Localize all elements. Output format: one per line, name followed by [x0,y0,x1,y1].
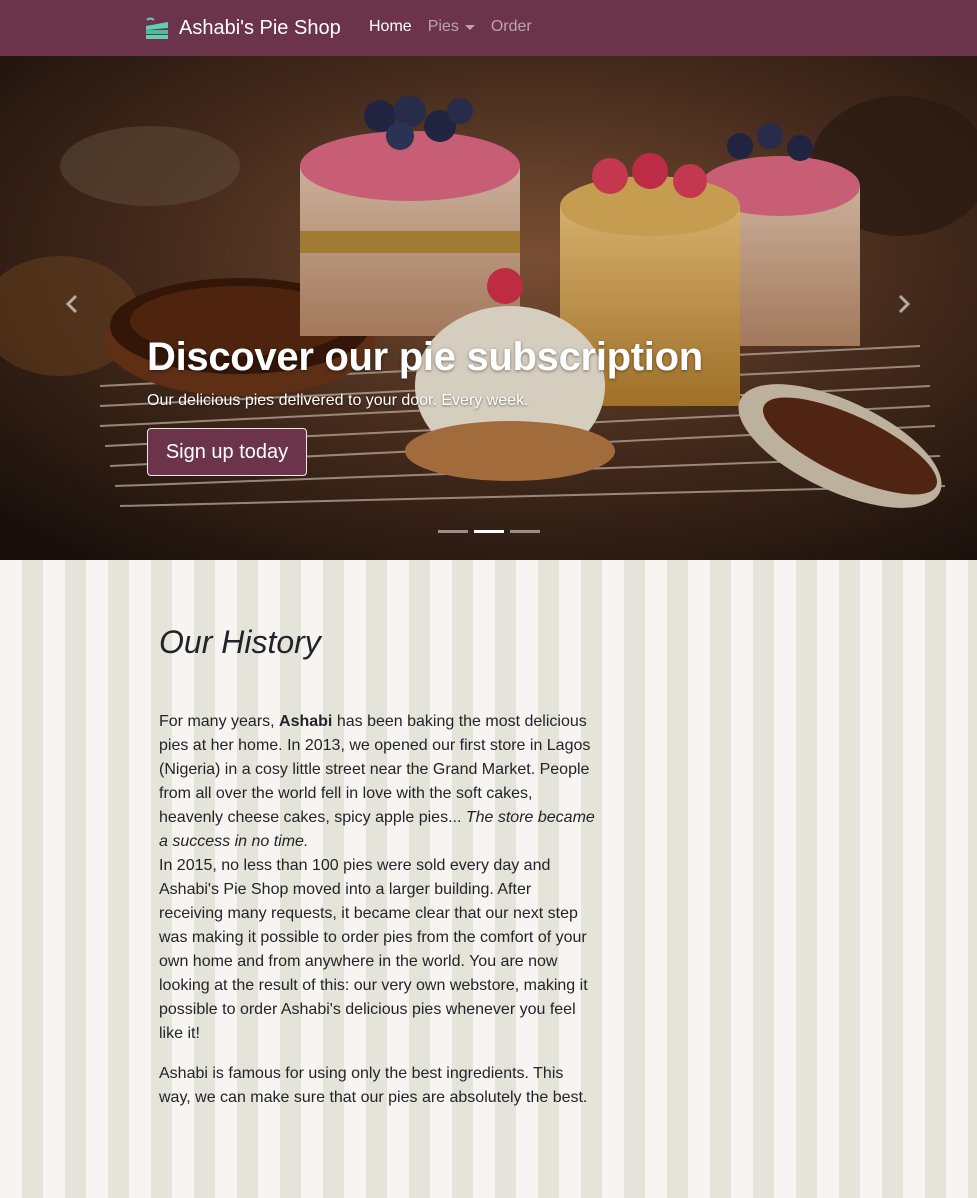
carousel-heading: Discover our pie subscription [147,335,703,379]
pastry-hero-image [0,56,977,560]
chevron-left-icon[interactable] [63,294,83,314]
carousel-indicator-2[interactable] [474,530,504,533]
nav-order[interactable]: Order [491,18,532,36]
history-paragraph-3: Ashabi is famous for using only the best… [159,1065,588,1106]
nav-home[interactable]: Home [369,18,412,36]
history-paragraph-1: For many years, Ashabi has been baking t… [159,710,595,854]
history-p1-bold: Ashabi [279,713,333,730]
caret-down-icon [464,24,475,30]
navbar: Ashabi's Pie Shop Home Pies Order [0,0,977,56]
nav-links: Home Pies Order [369,18,532,36]
brand-link[interactable]: Ashabi's Pie Shop [144,14,341,42]
carousel-indicators [438,530,540,533]
nav-pies-label: Pies [427,18,459,35]
brand-name: Ashabi's Pie Shop [179,16,341,39]
carousel-indicator-3[interactable] [510,530,540,533]
carousel-indicator-1[interactable] [438,530,468,533]
carousel-caption: Discover our pie subscription Our delici… [147,333,703,476]
chevron-right-icon[interactable] [893,294,913,314]
history-p1-start: For many years, [159,713,280,730]
signup-button[interactable]: Sign up today [147,428,307,476]
history-title: Our History [159,624,321,660]
history-paragraph-2: In 2015, no less than 100 pies were sold… [159,857,588,1042]
carousel-subtext: Our delicious pies delivered to your doo… [147,392,529,409]
history-section: Our History For many years, Ashabi has b… [159,620,595,1110]
pie-logo-icon [146,17,168,39]
nav-pies-dropdown[interactable]: Pies [428,18,475,36]
hero-carousel: Discover our pie subscription Our delici… [0,56,977,560]
